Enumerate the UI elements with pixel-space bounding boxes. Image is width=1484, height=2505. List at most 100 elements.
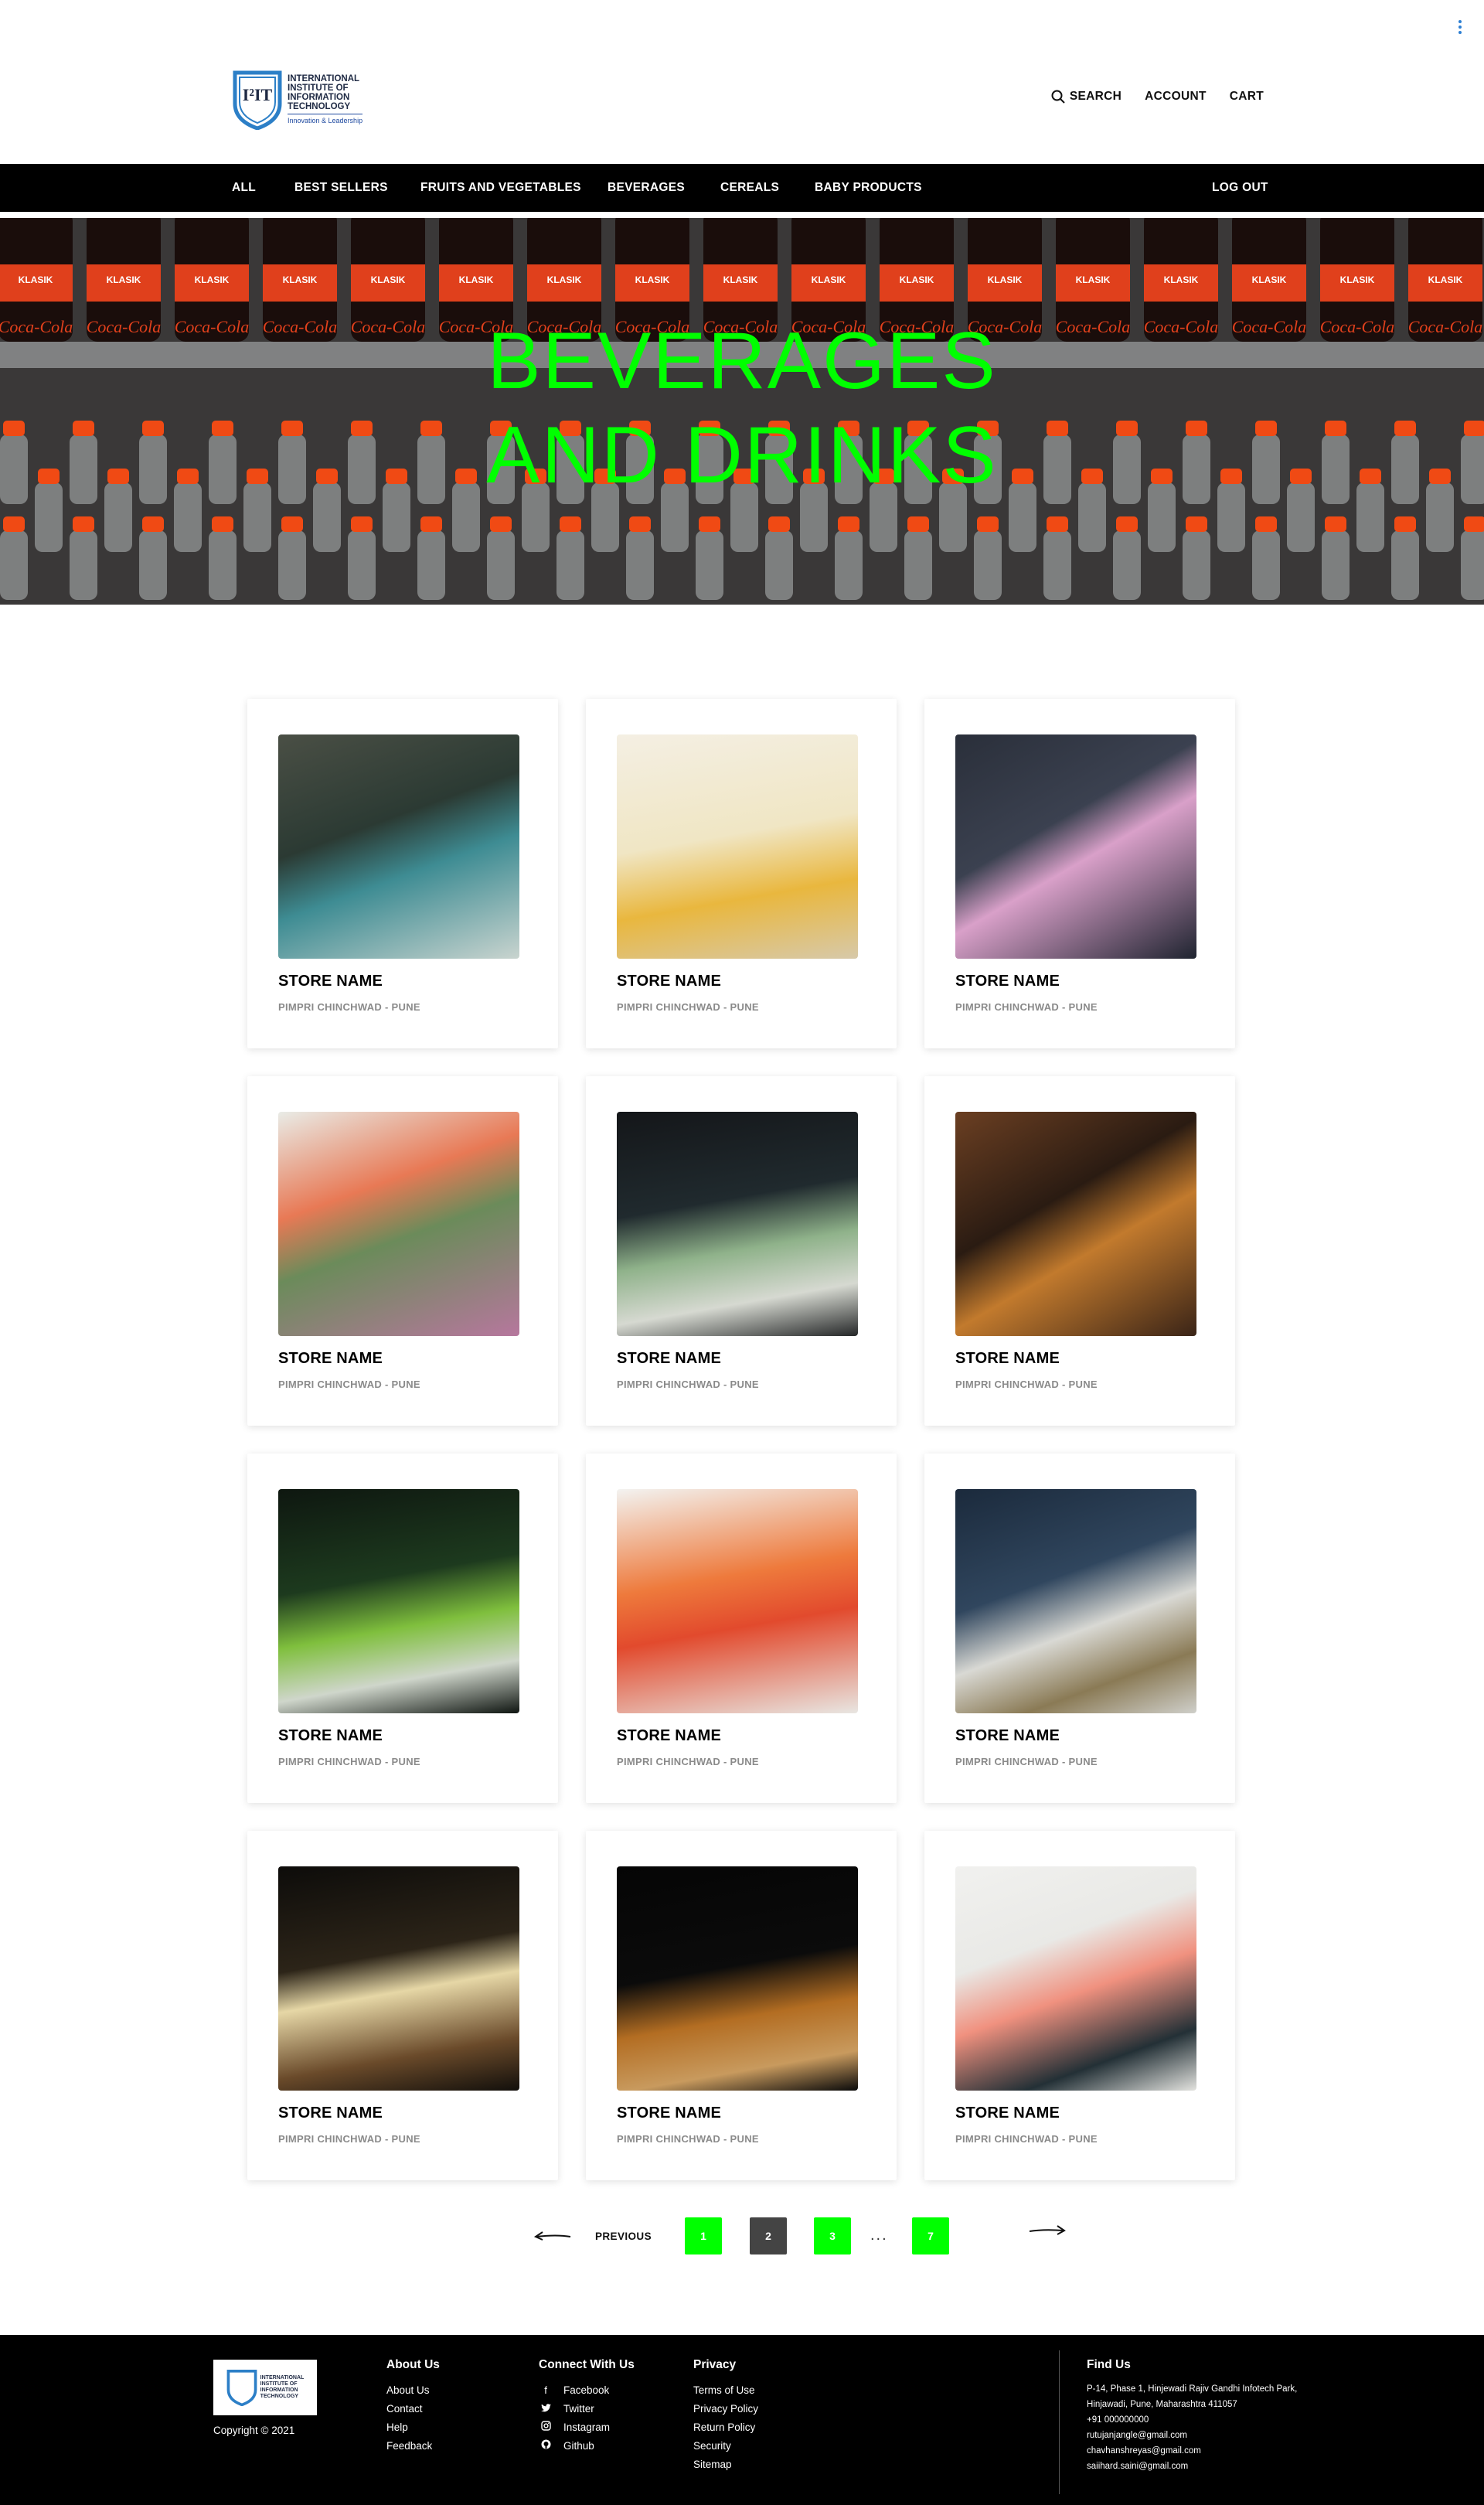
footer-link-instagram[interactable]: Instagram: [539, 2418, 635, 2437]
store-location: PIMPRI CHINCHWAD - PUNE: [617, 2133, 759, 2145]
nav-item-cereals[interactable]: CEREALS: [720, 181, 779, 195]
email-link[interactable]: rutujanjangle@gmail.com: [1087, 2428, 1297, 2443]
store-name[interactable]: STORE NAME: [617, 1350, 721, 1368]
drink-photo[interactable]: [278, 1866, 519, 2091]
store-name[interactable]: STORE NAME: [617, 973, 721, 990]
store-location: PIMPRI CHINCHWAD - PUNE: [278, 2133, 420, 2145]
footer-link-terms[interactable]: Terms of Use: [693, 2381, 758, 2400]
footer-link-privacy-policy[interactable]: Privacy Policy: [693, 2400, 758, 2418]
bottle-cap: [73, 516, 94, 532]
bottle-label-text: KLASIK: [1428, 274, 1463, 285]
nav-item-best-sellers[interactable]: BEST SELLERS: [294, 181, 388, 195]
footer-link-label: Facebook: [563, 2384, 610, 2396]
store-location: PIMPRI CHINCHWAD - PUNE: [955, 1756, 1098, 1767]
drink-photo[interactable]: [617, 1112, 858, 1336]
footer-link-label: Github: [563, 2440, 594, 2452]
store-card[interactable]: STORE NAME PIMPRI CHINCHWAD - PUNE: [247, 1076, 558, 1426]
footer-link-facebook[interactable]: f Facebook: [539, 2381, 635, 2400]
store-card[interactable]: STORE NAME PIMPRI CHINCHWAD - PUNE: [924, 1454, 1235, 1803]
bottle: [139, 530, 167, 600]
footer-link-github[interactable]: Github: [539, 2437, 635, 2456]
store-card[interactable]: STORE NAME PIMPRI CHINCHWAD - PUNE: [247, 699, 558, 1048]
bottle: [1043, 530, 1071, 600]
bottle-cap: [3, 516, 25, 532]
page-button-7[interactable]: 7: [912, 2217, 949, 2254]
store-name[interactable]: STORE NAME: [278, 1350, 383, 1368]
nav-item-baby-products[interactable]: BABY PRODUCTS: [815, 181, 922, 195]
drink-photo[interactable]: [278, 734, 519, 959]
drink-photo[interactable]: [955, 1866, 1196, 2091]
previous-button[interactable]: PREVIOUS: [595, 2231, 652, 2242]
account-link[interactable]: ACCOUNT: [1145, 90, 1207, 104]
bottle-label-text: KLASIK: [1252, 274, 1287, 285]
nav-item-all[interactable]: ALL: [232, 181, 256, 195]
footer-link-about-us[interactable]: About Us: [386, 2381, 440, 2400]
footer-link-feedback[interactable]: Feedback: [386, 2437, 440, 2456]
footer-link-security[interactable]: Security: [693, 2437, 758, 2456]
hero-banner: KLASIK Coca-Cola KLASIK Coca-Cola KLASIK Coca…: [0, 218, 1484, 605]
drink-photo[interactable]: [278, 1489, 519, 1713]
store-name[interactable]: STORE NAME: [278, 1727, 383, 1745]
email-link[interactable]: chavhanshreyas@gmail.com: [1087, 2443, 1297, 2459]
bottle-label-text: KLASIK: [812, 274, 846, 285]
store-name[interactable]: STORE NAME: [955, 973, 1060, 990]
site-logo[interactable]: I²IT INTERNATIONAL INSTITUTE OF INFORMAT…: [232, 68, 371, 131]
store-card[interactable]: STORE NAME PIMPRI CHINCHWAD - PUNE: [924, 1831, 1235, 2180]
instagram-icon: [539, 2418, 553, 2437]
footer-heading: Find Us: [1087, 2358, 1131, 2371]
drink-photo[interactable]: [617, 734, 858, 959]
store-card[interactable]: STORE NAME PIMPRI CHINCHWAD - PUNE: [924, 1076, 1235, 1426]
footer-link-contact[interactable]: Contact: [386, 2400, 440, 2418]
logo-line: TECHNOLOGY: [260, 2394, 299, 2399]
page-button-3[interactable]: 3: [814, 2217, 851, 2254]
store-card[interactable]: STORE NAME PIMPRI CHINCHWAD - PUNE: [247, 1454, 558, 1803]
page-button-2[interactable]: 2: [750, 2217, 787, 2254]
footer-find-us: Find Us P-14, Phase 1, Hinjewadi Rajiv G…: [1087, 2358, 1297, 2474]
footer-link-help[interactable]: Help: [386, 2418, 440, 2437]
logo-wordmark: INTERNATIONAL INSTITUTE OF INFORMATION T…: [288, 74, 363, 125]
drink-photo[interactable]: [617, 1489, 858, 1713]
footer-link-sitemap[interactable]: Sitemap: [693, 2456, 758, 2474]
store-name[interactable]: STORE NAME: [278, 2105, 383, 2122]
drink-photo[interactable]: [955, 734, 1196, 959]
store-card[interactable]: STORE NAME PIMPRI CHINCHWAD - PUNE: [247, 1831, 558, 2180]
search-link[interactable]: SEARCH: [1051, 90, 1122, 104]
footer-link-return-policy[interactable]: Return Policy: [693, 2418, 758, 2437]
bottle-cap: [1464, 516, 1484, 532]
store-card[interactable]: STORE NAME PIMPRI CHINCHWAD - PUNE: [924, 699, 1235, 1048]
email-link[interactable]: saiihard.saini@gmail.com: [1087, 2459, 1297, 2474]
arrow-right-icon[interactable]: [1028, 2224, 1067, 2239]
more-options-icon[interactable]: [1458, 20, 1462, 36]
store-name[interactable]: STORE NAME: [617, 2105, 721, 2122]
drink-photo[interactable]: [955, 1489, 1196, 1713]
bottle: [556, 530, 584, 600]
main-nav: ALL BEST SELLERS FRUITS AND VEGETABLES B…: [0, 164, 1484, 212]
store-name[interactable]: STORE NAME: [955, 2105, 1060, 2122]
bottle-label-text: KLASIK: [19, 274, 53, 285]
arrow-left-icon[interactable]: [533, 2228, 572, 2244]
cart-link[interactable]: CART: [1230, 90, 1264, 104]
footer-link-twitter[interactable]: Twitter: [539, 2400, 635, 2418]
page-button-1[interactable]: 1: [685, 2217, 722, 2254]
store-name[interactable]: STORE NAME: [955, 1350, 1060, 1368]
drink-photo[interactable]: [278, 1112, 519, 1336]
store-name[interactable]: STORE NAME: [278, 973, 383, 990]
bottle-label-text: KLASIK: [723, 274, 758, 285]
drink-photo[interactable]: [955, 1112, 1196, 1336]
store-location: PIMPRI CHINCHWAD - PUNE: [617, 1379, 759, 1390]
store-card[interactable]: STORE NAME PIMPRI CHINCHWAD - PUNE: [586, 1076, 897, 1426]
store-card[interactable]: STORE NAME PIMPRI CHINCHWAD - PUNE: [586, 699, 897, 1048]
logout-link[interactable]: LOG OUT: [1212, 181, 1268, 195]
bottle-cap: [142, 516, 164, 532]
footer-logo[interactable]: INTERNATIONAL INSTITUTE OF INFORMATION T…: [213, 2360, 317, 2415]
nav-item-beverages[interactable]: BEVERAGES: [608, 181, 685, 195]
site-header: I²IT INTERNATIONAL INSTITUTE OF INFORMAT…: [0, 0, 1484, 164]
store-name[interactable]: STORE NAME: [617, 1727, 721, 1745]
nav-item-fruits-and-vegetables[interactable]: FRUITS AND VEGETABLES: [420, 181, 581, 195]
store-card[interactable]: STORE NAME PIMPRI CHINCHWAD - PUNE: [586, 1831, 897, 2180]
drink-photo[interactable]: [617, 1866, 858, 2091]
bottle-label-text: KLASIK: [1340, 274, 1375, 285]
bottle-cap: [699, 516, 720, 532]
store-card[interactable]: STORE NAME PIMPRI CHINCHWAD - PUNE: [586, 1454, 897, 1803]
store-name[interactable]: STORE NAME: [955, 1727, 1060, 1745]
